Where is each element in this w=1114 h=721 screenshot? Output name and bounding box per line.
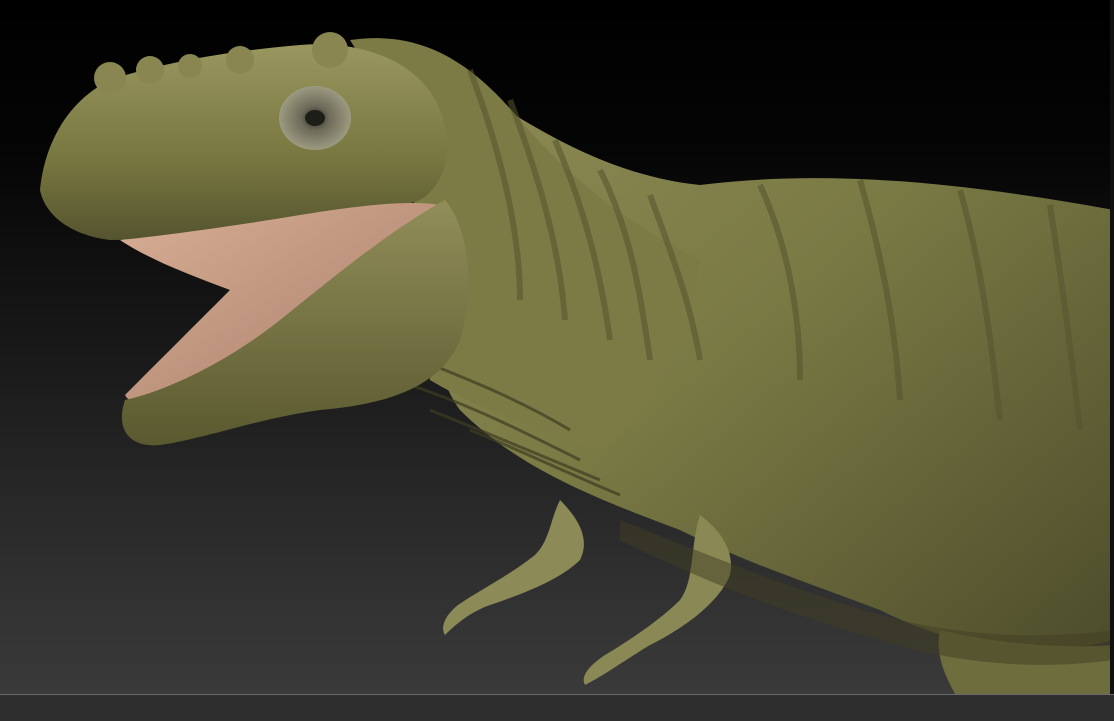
sculpting-app-window — [0, 0, 1114, 721]
trex-left-arm — [443, 500, 584, 635]
trex-sculpt-icon[interactable] — [0, 0, 1114, 694]
viewport-scrollbar-edge — [1110, 0, 1114, 694]
pupil — [305, 110, 325, 126]
3d-viewport-canvas[interactable] — [0, 0, 1114, 694]
bottom-status-bar — [0, 694, 1114, 721]
